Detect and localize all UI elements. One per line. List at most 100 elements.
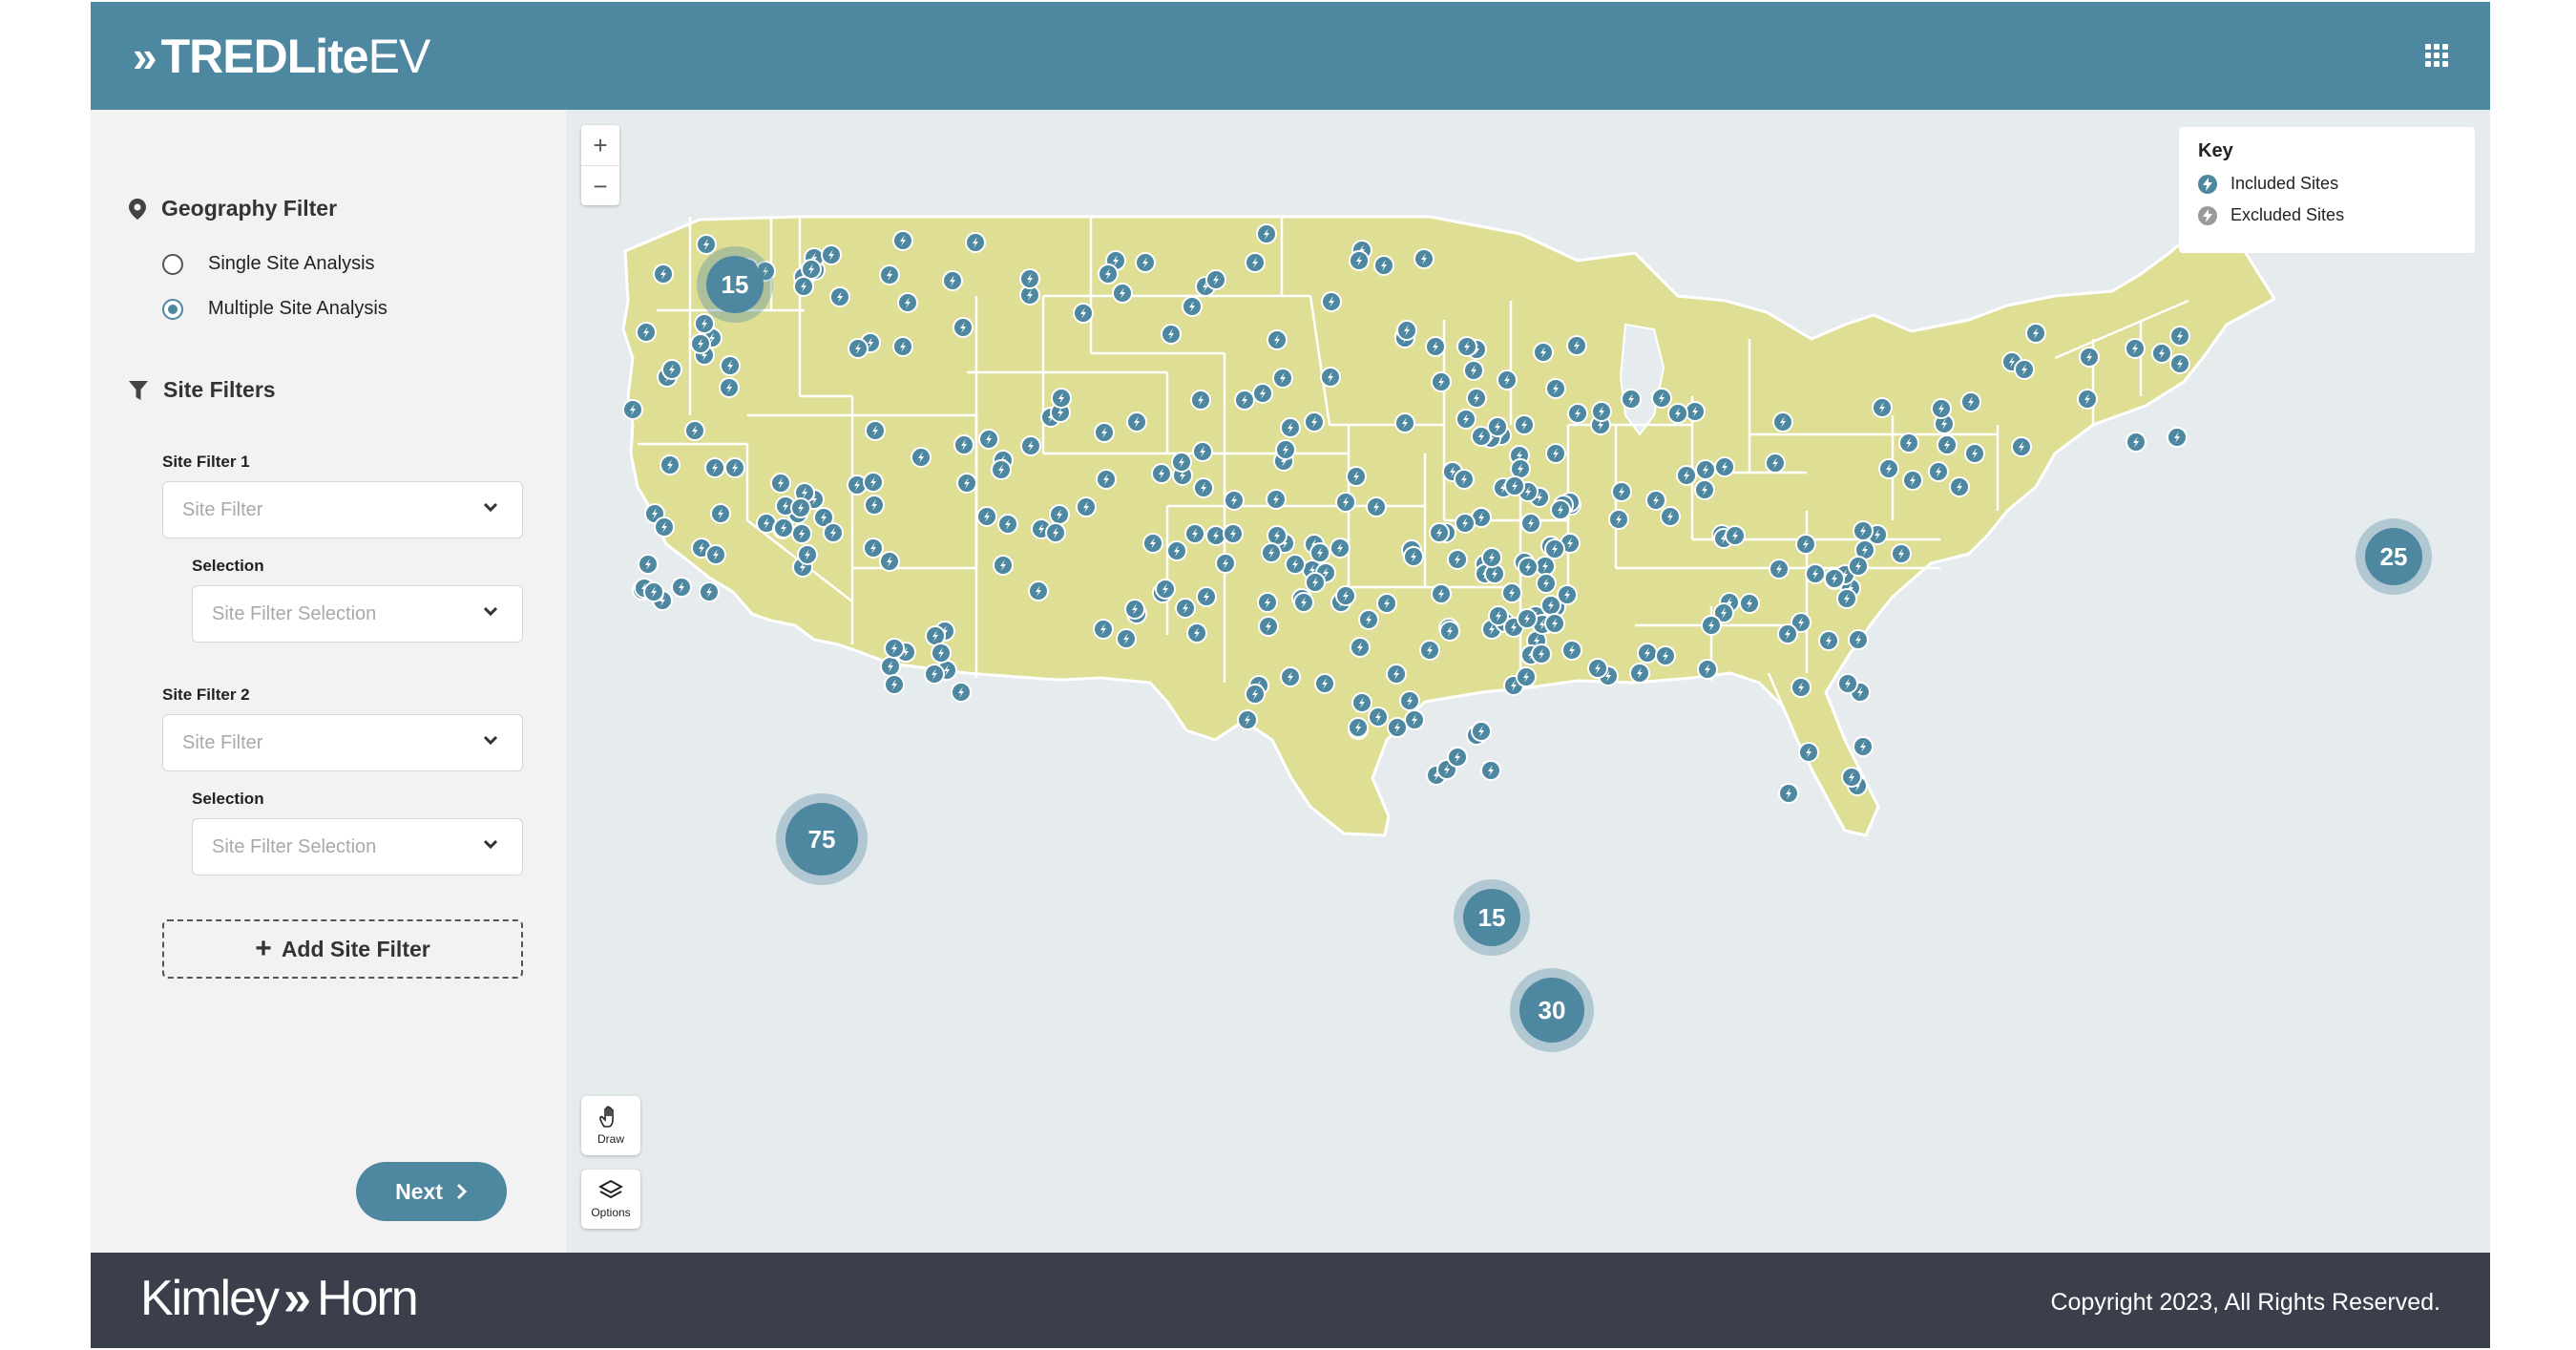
site-marker-icon[interactable] (1358, 609, 1379, 630)
cluster-marker[interactable]: 30 (1510, 968, 1594, 1052)
site-marker-icon[interactable] (1261, 542, 1282, 563)
site-marker-icon[interactable] (2025, 323, 2046, 344)
site-marker-icon[interactable] (1321, 291, 1342, 312)
site-marker-icon[interactable] (1387, 717, 1408, 738)
site-marker-icon[interactable] (1676, 465, 1697, 486)
site-marker-icon[interactable] (1685, 401, 1706, 422)
site-marker-icon[interactable] (1431, 583, 1452, 604)
site-marker-icon[interactable] (1135, 252, 1156, 273)
cluster-marker[interactable]: 15 (1454, 879, 1530, 956)
site-marker-icon[interactable] (1151, 463, 1172, 484)
site-marker-icon[interactable] (1798, 742, 1819, 763)
site-marker-icon[interactable] (1320, 367, 1341, 388)
site-marker-icon[interactable] (1567, 403, 1588, 424)
site-marker-icon[interactable] (1694, 479, 1715, 500)
site-marker-icon[interactable] (1928, 461, 1949, 482)
site-marker-icon[interactable] (1304, 411, 1325, 432)
site-marker-icon[interactable] (1267, 329, 1288, 350)
site-marker-icon[interactable] (653, 264, 674, 285)
site-marker-icon[interactable] (1116, 628, 1137, 649)
site-marker-icon[interactable] (1466, 388, 1487, 409)
site-marker-icon[interactable] (1544, 538, 1565, 559)
site-marker-icon[interactable] (636, 322, 657, 343)
site-marker-icon[interactable] (865, 420, 886, 441)
site-marker-icon[interactable] (1545, 443, 1566, 464)
site-marker-icon[interactable] (1836, 588, 1857, 609)
site-marker-icon[interactable] (1376, 593, 1397, 614)
site-marker-icon[interactable] (1795, 534, 1816, 555)
site-marker-icon[interactable] (1439, 621, 1460, 642)
site-marker-icon[interactable] (1510, 458, 1531, 479)
site-marker-icon[interactable] (1557, 584, 1578, 605)
site-marker-icon[interactable] (2169, 326, 2190, 347)
site-marker-icon[interactable] (829, 286, 850, 307)
site-marker-icon[interactable] (1454, 469, 1475, 490)
site-filter-1-select[interactable]: Site Filter (162, 481, 523, 538)
site-marker-icon[interactable] (1028, 580, 1049, 601)
site-filter-2-select[interactable]: Site Filter (162, 714, 523, 771)
site-marker-icon[interactable] (1399, 690, 1420, 711)
site-marker-icon[interactable] (1293, 592, 1314, 613)
site-marker-icon[interactable] (1651, 388, 1672, 409)
site-marker-icon[interactable] (1853, 736, 1874, 757)
site-marker-icon[interactable] (956, 473, 977, 494)
radio-multiple-site[interactable]: Multiple Site Analysis (162, 298, 387, 320)
site-marker-icon[interactable] (897, 292, 918, 313)
site-marker-icon[interactable] (1533, 342, 1554, 363)
site-marker-icon[interactable] (1791, 677, 1812, 698)
site-marker-icon[interactable] (1020, 435, 1041, 456)
site-marker-icon[interactable] (1805, 563, 1826, 584)
site-marker-icon[interactable] (1215, 553, 1236, 574)
site-marker-icon[interactable] (1330, 538, 1351, 559)
site-marker-icon[interactable] (863, 538, 884, 559)
site-marker-icon[interactable] (1695, 459, 1716, 480)
site-marker-icon[interactable] (1267, 525, 1288, 546)
add-site-filter-button[interactable]: + Add Site Filter (162, 919, 523, 979)
site-marker-icon[interactable] (978, 429, 999, 450)
draw-tool-button[interactable]: Draw (581, 1096, 640, 1155)
site-marker-icon[interactable] (1637, 643, 1658, 664)
site-marker-icon[interactable] (931, 643, 952, 664)
site-marker-icon[interactable] (1193, 477, 1214, 498)
site-marker-icon[interactable] (1878, 458, 1899, 479)
site-marker-icon[interactable] (1205, 525, 1226, 546)
site-marker-icon[interactable] (1447, 747, 1468, 768)
site-marker-icon[interactable] (2167, 427, 2188, 448)
site-marker-icon[interactable] (704, 457, 725, 478)
site-marker-icon[interactable] (1960, 391, 1981, 412)
site-marker-icon[interactable] (991, 459, 1012, 480)
site-marker-icon[interactable] (1419, 640, 1440, 661)
radio-multiple-site-control[interactable] (162, 298, 183, 320)
site-marker-icon[interactable] (1520, 513, 1541, 534)
site-marker-icon[interactable] (1252, 383, 1273, 404)
site-marker-icon[interactable] (1190, 390, 1211, 411)
site-marker-icon[interactable] (1545, 378, 1566, 399)
site-marker-icon[interactable] (724, 457, 745, 478)
site-marker-icon[interactable] (1824, 568, 1845, 589)
site-marker-icon[interactable] (1536, 573, 1557, 594)
site-marker-icon[interactable] (823, 522, 844, 543)
site-marker-icon[interactable] (821, 244, 842, 265)
site-marker-icon[interactable] (1166, 540, 1187, 561)
site-marker-icon[interactable] (1076, 496, 1097, 517)
site-marker-icon[interactable] (1112, 283, 1133, 304)
site-marker-icon[interactable] (1045, 522, 1066, 543)
site-marker-icon[interactable] (1471, 721, 1492, 742)
site-marker-icon[interactable] (976, 506, 997, 527)
site-marker-icon[interactable] (1714, 456, 1735, 477)
site-marker-icon[interactable] (1891, 543, 1912, 564)
site-marker-icon[interactable] (880, 656, 901, 677)
site-marker-icon[interactable] (924, 664, 945, 685)
site-marker-icon[interactable] (1161, 324, 1182, 345)
site-marker-icon[interactable] (2126, 432, 2147, 453)
site-marker-icon[interactable] (1660, 506, 1681, 527)
site-marker-icon[interactable] (1456, 336, 1477, 357)
site-marker-icon[interactable] (797, 544, 818, 565)
site-marker-icon[interactable] (1480, 760, 1501, 781)
site-marker-icon[interactable] (993, 555, 1014, 576)
site-marker-icon[interactable] (1386, 664, 1407, 685)
cluster-marker[interactable]: 15 (697, 246, 773, 323)
site-marker-icon[interactable] (1937, 434, 1958, 455)
site-marker-icon[interactable] (1765, 453, 1786, 474)
site-marker-icon[interactable] (1205, 269, 1226, 290)
